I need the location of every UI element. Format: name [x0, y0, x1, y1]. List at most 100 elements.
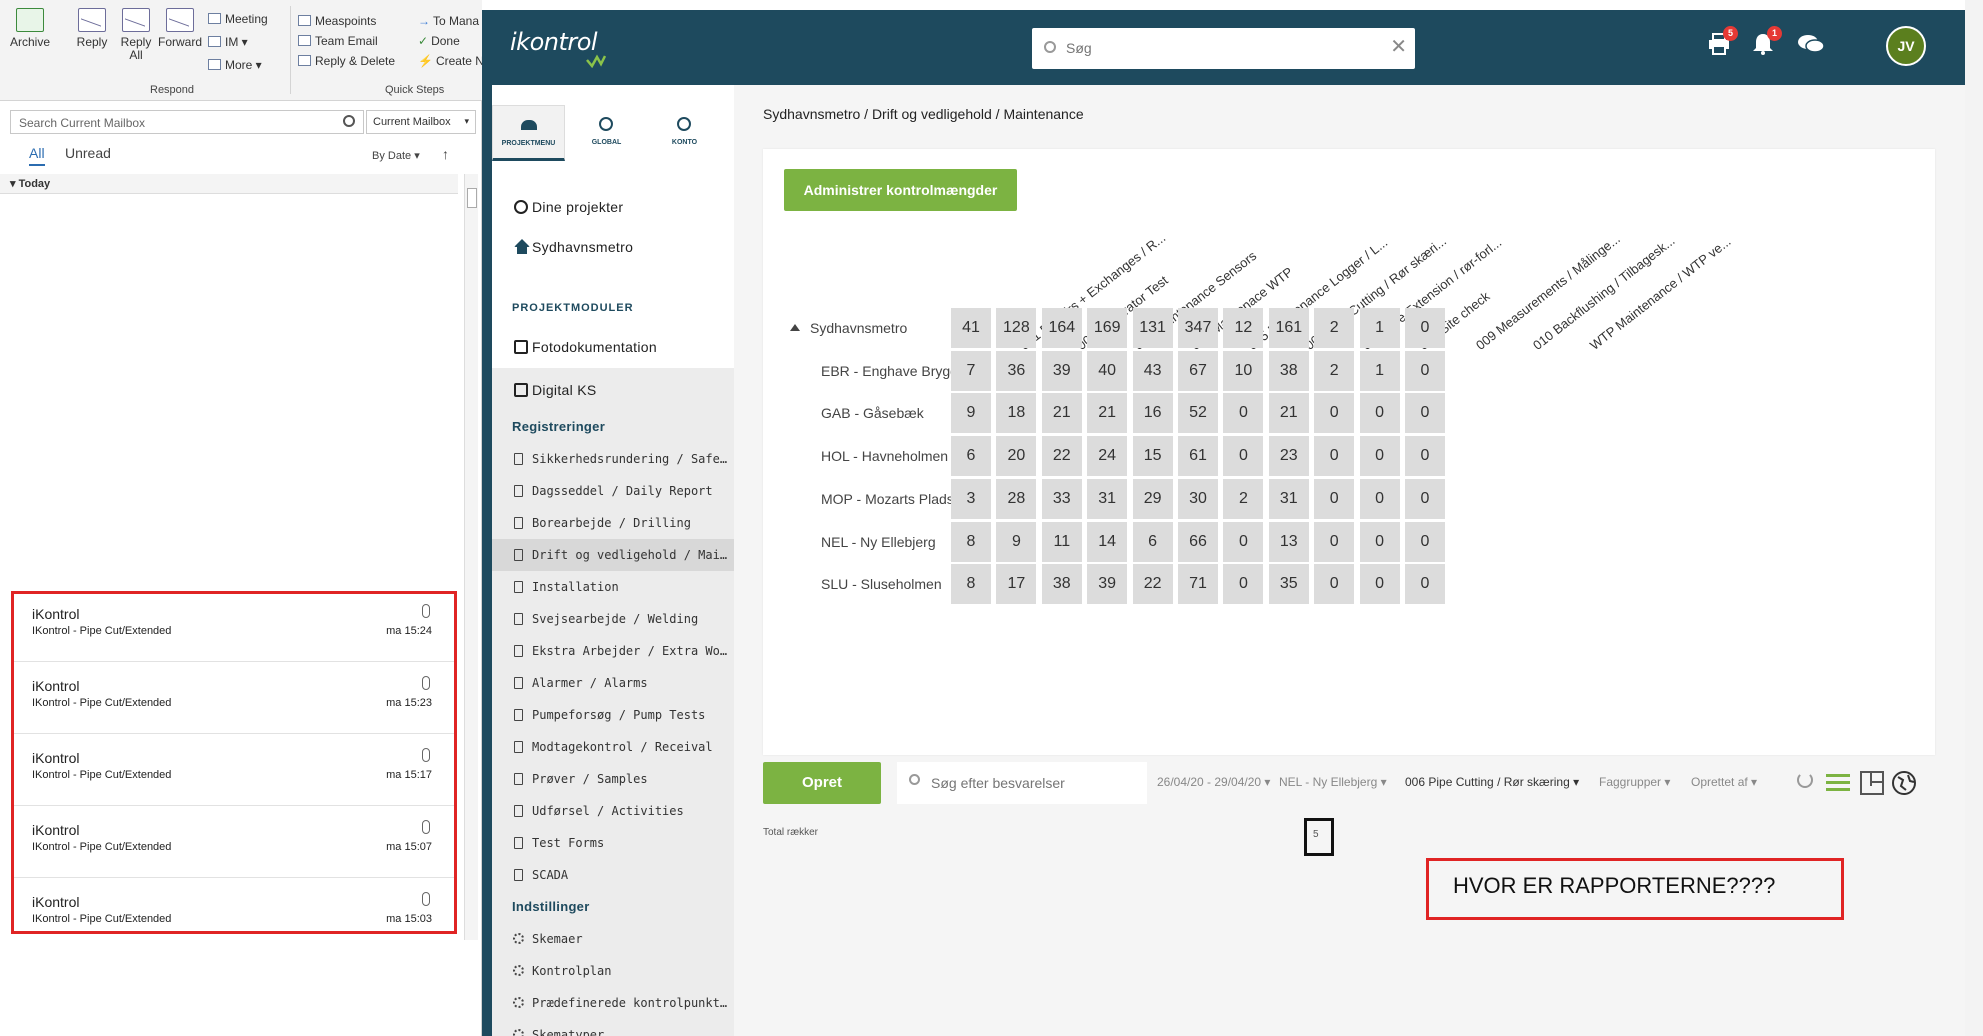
printer-button[interactable]: 5	[1704, 26, 1738, 62]
mail-item[interactable]: iKontrol IKontrol - Pipe Cut/Extended ma…	[14, 662, 454, 734]
sidebar-item-predefined-points[interactable]: Prædefinerede kontrolpunkter	[492, 987, 734, 1019]
sidebar-item-installation[interactable]: Installation	[492, 571, 734, 603]
floorplan-view-icon[interactable]	[1857, 768, 1887, 798]
row-label-project[interactable]: Sydhavnsmetro	[810, 320, 907, 336]
quantity-cell[interactable]: 18	[996, 393, 1037, 434]
quantity-cell[interactable]: 7	[951, 350, 991, 391]
global-search-input[interactable]	[1066, 36, 1366, 60]
quantity-cell[interactable]: 0	[1359, 393, 1400, 434]
scrollbar-thumb[interactable]	[467, 188, 477, 208]
quantity-cell[interactable]: 38	[1041, 564, 1082, 605]
tab-global[interactable]: GLOBAL	[570, 105, 643, 161]
sidebar-item-kontrolplan[interactable]: Kontrolplan	[492, 955, 734, 987]
sidebar-item-skemaer[interactable]: Skemaer	[492, 923, 734, 955]
quantity-cell[interactable]: 20	[996, 436, 1037, 477]
quantity-cell[interactable]: 9	[996, 521, 1037, 562]
quantity-cell[interactable]: 131	[1132, 308, 1173, 348]
archive-button[interactable]: Archive	[6, 8, 54, 49]
quantity-cell[interactable]: 0	[1405, 350, 1445, 391]
mail-item[interactable]: iKontrol IKontrol - Pipe Cut/Extended ma…	[14, 590, 454, 662]
quantity-cell[interactable]: 0	[1314, 564, 1355, 605]
quantity-cell[interactable]: 0	[1405, 521, 1445, 562]
quantity-cell[interactable]: 1	[1359, 308, 1400, 348]
map-view-icon[interactable]	[1889, 768, 1919, 798]
sidebar-item-alarms[interactable]: Alarmer / Alarms	[492, 667, 734, 699]
faggrupper-filter[interactable]: Faggrupper ▾	[1599, 775, 1670, 789]
quantity-cell[interactable]: 33	[1041, 478, 1082, 519]
list-view-icon[interactable]	[1823, 768, 1853, 798]
quantity-cell[interactable]: 0	[1223, 393, 1264, 434]
quantity-cell[interactable]: 10	[1223, 350, 1264, 391]
sidebar-item-drilling[interactable]: Borearbejde / Drilling	[492, 507, 734, 539]
quantity-cell[interactable]: 8	[951, 521, 991, 562]
sidebar-item-safety[interactable]: Sikkerhedsrundering / Safety	[492, 443, 734, 475]
quantity-cell[interactable]: 17	[996, 564, 1037, 605]
quantity-cell[interactable]: 0	[1405, 478, 1445, 519]
notifications-button[interactable]: 1	[1748, 26, 1782, 62]
quantity-cell[interactable]: 169	[1087, 308, 1128, 348]
mail-list-scrollbar[interactable]	[464, 174, 478, 940]
date-range-filter[interactable]: 26/04/20 - 29/04/20 ▾	[1157, 775, 1270, 789]
quantity-cell[interactable]: 0	[1314, 478, 1355, 519]
quantity-cell[interactable]: 67	[1178, 350, 1218, 391]
quantity-cell[interactable]: 71	[1178, 564, 1218, 605]
quantity-cell[interactable]: 0	[1314, 436, 1355, 477]
quantity-cell[interactable]: 13	[1268, 521, 1309, 562]
quantity-cell[interactable]: 0	[1314, 393, 1355, 434]
quickstep-done[interactable]: ✓ Done	[418, 34, 460, 48]
quickstep-create-new[interactable]: ⚡ Create N	[418, 54, 484, 68]
oprettet-af-filter[interactable]: Oprettet af ▾	[1691, 775, 1757, 789]
quantity-cell[interactable]: 14	[1087, 521, 1128, 562]
quantity-cell[interactable]: 9	[951, 393, 991, 434]
quantity-cell[interactable]: 38	[1268, 350, 1309, 391]
quantity-cell[interactable]: 21	[1087, 393, 1128, 434]
search-icon[interactable]	[343, 115, 355, 127]
quantity-cell[interactable]: 22	[1132, 564, 1173, 605]
sidebar-item-test-forms[interactable]: Test Forms	[492, 827, 734, 859]
quantity-cell[interactable]: 0	[1359, 478, 1400, 519]
quantity-cell[interactable]: 161	[1268, 308, 1309, 348]
quantity-cell[interactable]: 22	[1041, 436, 1082, 477]
reply-button[interactable]: Reply	[72, 8, 112, 49]
quantity-cell[interactable]: 0	[1223, 436, 1264, 477]
nav-dine-projekter[interactable]: Dine projekter	[492, 187, 734, 227]
filter-unread-tab[interactable]: Unread	[65, 145, 111, 161]
quantity-cell[interactable]: 0	[1405, 436, 1445, 477]
tab-projektmenu[interactable]: PROJEKTMENU	[492, 105, 565, 161]
quantity-cell[interactable]: 40	[1087, 350, 1128, 391]
quantity-cell[interactable]: 0	[1359, 564, 1400, 605]
quantity-cell[interactable]: 39	[1087, 564, 1128, 605]
quantity-cell[interactable]: 6	[1132, 521, 1173, 562]
reply-all-button[interactable]: Reply All	[116, 8, 156, 62]
collapse-toggle-icon[interactable]	[790, 324, 800, 331]
quantity-cell[interactable]: 164	[1041, 308, 1082, 348]
sidebar-item-skematyper[interactable]: Skematyper	[492, 1019, 734, 1036]
more-button[interactable]: More ▾	[208, 58, 262, 72]
tab-konto[interactable]: KONTO	[648, 105, 721, 161]
quantity-cell[interactable]: 21	[1268, 393, 1309, 434]
mail-item[interactable]: iKontrol IKontrol - Pipe Cut/Extended ma…	[14, 806, 454, 878]
mail-item[interactable]: iKontrol IKontrol - Pipe Cut/Extended ma…	[14, 878, 454, 950]
quantity-cell[interactable]: 0	[1405, 564, 1445, 605]
location-filter[interactable]: NEL - Ny Ellebjerg ▾	[1279, 775, 1387, 789]
sidebar-item-receival[interactable]: Modtagekontrol / Receival	[492, 731, 734, 763]
quantity-cell[interactable]: 2	[1314, 350, 1355, 391]
global-search[interactable]: ✕	[1032, 28, 1415, 69]
responses-search-input[interactable]	[931, 772, 1136, 794]
sidebar-item-daily-report[interactable]: Dagsseddel / Daily Report	[492, 475, 734, 507]
quantity-cell[interactable]: 52	[1178, 393, 1218, 434]
refresh-icon[interactable]	[1797, 772, 1813, 788]
quantity-cell[interactable]: 1	[1359, 350, 1400, 391]
group-header-today[interactable]: ▾ Today	[0, 174, 458, 194]
forward-button[interactable]: Forward	[156, 8, 204, 49]
quantity-cell[interactable]: 41	[951, 308, 991, 348]
ikontrol-logo[interactable]: ikontrol	[510, 28, 598, 56]
quantity-cell[interactable]: 0	[1314, 521, 1355, 562]
quickstep-reply-delete[interactable]: Reply & Delete	[298, 54, 395, 68]
quantity-cell[interactable]: 66	[1178, 521, 1218, 562]
quantity-cell[interactable]: 21	[1041, 393, 1082, 434]
sort-by-dropdown[interactable]: By Date ▾	[372, 149, 420, 162]
form-filter[interactable]: 006 Pipe Cutting / Rør skæring ▾	[1405, 775, 1579, 789]
quantity-cell[interactable]: 35	[1268, 564, 1309, 605]
sidebar-item-samples[interactable]: Prøver / Samples	[492, 763, 734, 795]
